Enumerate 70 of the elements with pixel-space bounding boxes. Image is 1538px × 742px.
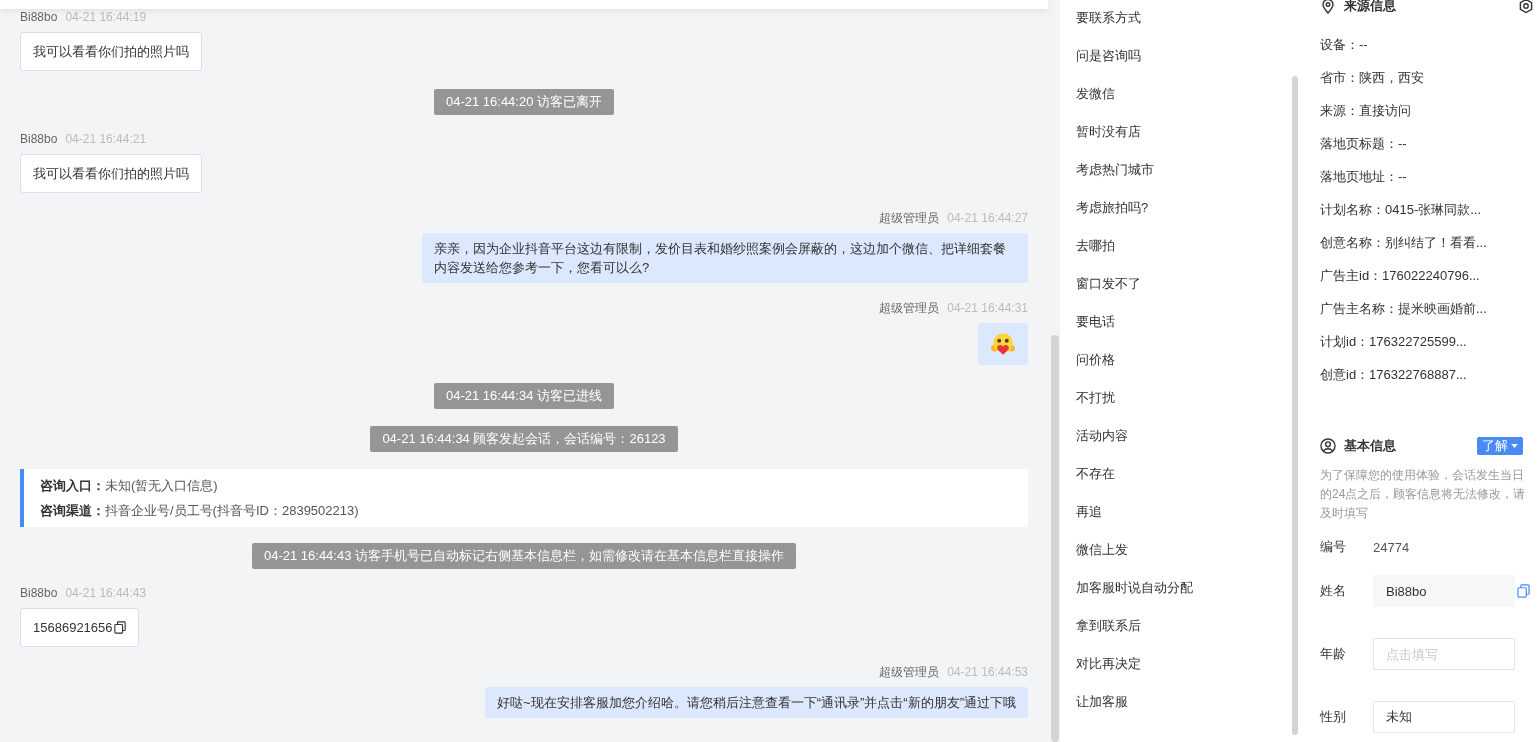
quick-reply-item[interactable]: 加客服时说自动分配 — [1076, 578, 1300, 616]
quick-reply-item[interactable]: 不存在 — [1076, 464, 1300, 502]
system-notice: 04-21 16:44:43 访客手机号已自动标记右侧基本信息栏，如需修改请在基本信息栏直接操作 — [251, 543, 797, 569]
quick-reply-item[interactable]: 窗口发不了 — [1076, 274, 1300, 312]
field-label: 编号 — [1320, 538, 1347, 556]
section-title: 基本信息 — [1344, 437, 1396, 455]
quick-reply-item[interactable]: 问价格 — [1076, 350, 1300, 388]
quick-reply-item[interactable]: 再追 — [1076, 502, 1300, 540]
message-bubble: 好哒~现在安排客服加您介绍哈。请您稍后注意查看一下“通讯录”并点击“新的朋友”通过下哦 — [485, 687, 1028, 718]
quick-reply-item[interactable]: 微信上发 — [1076, 540, 1300, 578]
quick-reply-item[interactable]: 暂时没有店 — [1076, 122, 1300, 160]
sender-name: 超级管理员 — [879, 665, 940, 679]
quick-reply-item[interactable]: 不打扰 — [1076, 388, 1300, 426]
smiley-heart-icon — [990, 331, 1016, 357]
sender-name: 超级管理员 — [879, 211, 940, 225]
info-field: 省市：陕西，西安 — [1320, 68, 1538, 101]
message-time: 04-21 16:44:43 — [65, 586, 147, 600]
info-line: 咨询渠道：抖音企业号/员工号(抖音号ID：2839502213) — [40, 502, 360, 519]
info-field: 来源：直接访问 — [1320, 101, 1538, 134]
message-time: 04-21 16:44:27 — [947, 211, 1028, 225]
info-field: 落地页地址：-- — [1320, 167, 1538, 200]
quick-reply-item[interactable]: 考虑旅拍吗? — [1076, 198, 1300, 236]
info-field: 创意名称：别纠结了！看看... — [1320, 233, 1538, 266]
input-field[interactable]: 未知 — [1373, 701, 1515, 733]
system-notice: 04-21 16:44:34 访客已进线 — [433, 383, 615, 409]
field-label: 姓名 — [1320, 582, 1347, 600]
sender-name: Bi88bo — [20, 132, 58, 146]
scrollbar-thumb[interactable] — [1051, 335, 1059, 742]
hint-text: 为了保障您的使用体验，会话发生当日的24点之后，顾客信息将无法修改，请及时填写 — [1320, 467, 1527, 522]
info-field: 广告主id：176022240796... — [1320, 266, 1538, 299]
message-time: 04-21 16:44:21 — [65, 132, 147, 146]
info-field: 计划名称：0415-张琳同款... — [1320, 200, 1538, 233]
message-time: 04-21 16:44:31 — [947, 301, 1028, 315]
message-bubble: 15686921656 — [20, 608, 139, 647]
message-time: 04-21 16:44:19 — [65, 10, 147, 24]
field-label: 性别 — [1320, 708, 1347, 726]
info-field: 广告主名称：提米映画婚前... — [1320, 299, 1538, 332]
info-field: 计划id：176322725599... — [1320, 332, 1538, 365]
sender-name: 超级管理员 — [879, 301, 940, 315]
quick-reply-item[interactable]: 发微信 — [1076, 84, 1300, 122]
system-notice: 04-21 16:44:34 顾客发起会话，会话编号：26123 — [370, 426, 678, 452]
copy-icon[interactable] — [113, 621, 126, 634]
quick-reply-item[interactable]: 问是咨询吗 — [1076, 46, 1300, 84]
user-circle-icon — [1320, 438, 1336, 454]
quick-reply-item[interactable]: 让加客服 — [1076, 692, 1300, 730]
location-pin-icon — [1320, 0, 1336, 14]
field-value: 24774 — [1373, 539, 1410, 555]
name-field[interactable]: Bi88bo — [1373, 575, 1515, 607]
system-notice: 04-21 16:44:20 访客已离开 — [433, 89, 615, 115]
sender-name: Bi88bo — [20, 586, 58, 600]
message-bubble: 亲亲，因为企业抖音平台这边有限制，发价目表和婚纱照案例会屏蔽的，这边加个微信、把详细套餐内容发送给您参考一下，您看可以么? — [422, 233, 1028, 283]
quick-reply-item[interactable]: 考虑热门城市 — [1076, 160, 1300, 198]
quick-reply-item[interactable]: 去哪拍 — [1076, 236, 1300, 274]
quick-reply-item[interactable]: 拿到联系后 — [1076, 616, 1300, 654]
info-line: 咨询入口：未知(暂无入口信息) — [40, 477, 219, 494]
quick-reply-item[interactable]: 要电话 — [1076, 312, 1300, 350]
caret-icon — [1511, 444, 1518, 448]
message-bubble: 我可以看看你们拍的照片吗 — [20, 32, 202, 71]
settings-icon[interactable] — [1518, 0, 1534, 14]
info-field: 创意id：176322768887... — [1320, 365, 1538, 398]
message-time: 04-21 16:44:53 — [947, 665, 1028, 679]
field-label: 年龄 — [1320, 645, 1347, 663]
quick-reply-item[interactable]: 对比再决定 — [1076, 654, 1300, 692]
info-field: 落地页标题：-- — [1320, 134, 1538, 167]
info-field: 设备：-- — [1320, 35, 1538, 68]
quick-reply-item[interactable]: 要联系方式 — [1076, 8, 1300, 46]
scrollbar-thumb[interactable] — [1292, 76, 1298, 735]
sender-name: Bi88bo — [20, 10, 58, 24]
quick-reply-item[interactable]: 活动内容 — [1076, 426, 1300, 464]
message-bubble: 我可以看看你们拍的照片吗 — [20, 154, 202, 193]
